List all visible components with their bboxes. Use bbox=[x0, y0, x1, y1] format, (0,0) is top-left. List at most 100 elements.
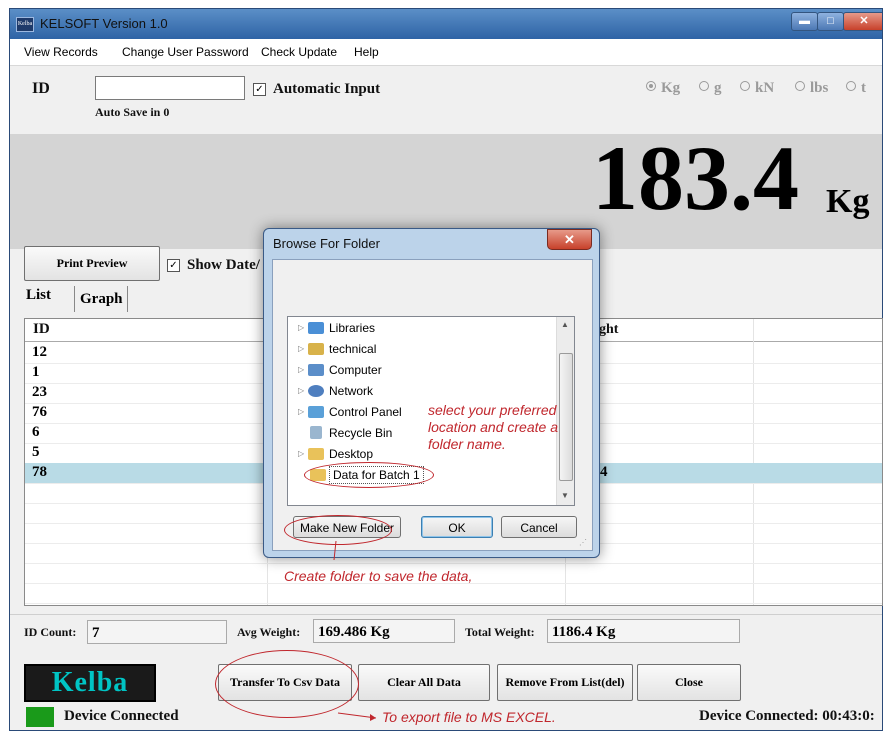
folder-icon bbox=[308, 448, 324, 460]
tab-divider bbox=[127, 286, 128, 312]
weight-value: 183.4 bbox=[592, 127, 799, 229]
automatic-input-checkbox[interactable]: ✓ bbox=[253, 83, 266, 96]
annotation-select-location: select your preferred location and creat… bbox=[428, 402, 558, 452]
menu-help[interactable]: Help bbox=[354, 45, 379, 59]
browse-folder-dialog: Browse For Folder ✕ ▷ Libraries ▷ techni… bbox=[263, 228, 600, 558]
weight-unit: Kg bbox=[826, 183, 870, 220]
connection-timer: Device Connected: 00:43:0: bbox=[699, 708, 875, 724]
auto-save-label: Auto Save in 0 bbox=[95, 105, 170, 119]
user-folder-icon bbox=[308, 343, 324, 355]
libraries-icon bbox=[308, 322, 324, 334]
tree-item-libraries[interactable]: ▷ Libraries bbox=[288, 318, 556, 338]
app-icon: Kelba bbox=[16, 17, 34, 32]
menu-view-records[interactable]: View Records bbox=[24, 45, 98, 59]
radio-lbs-icon bbox=[795, 81, 805, 91]
scrollbar-thumb[interactable] bbox=[559, 353, 573, 481]
avg-weight-value: 169.486 Kg bbox=[313, 619, 455, 643]
expand-arrow-icon[interactable]: ▷ bbox=[298, 381, 304, 401]
id-input[interactable] bbox=[95, 76, 245, 100]
device-status-led-icon bbox=[26, 707, 54, 727]
resize-grip-icon[interactable]: ⋰ bbox=[579, 538, 587, 547]
grid-header-weight: ght bbox=[599, 322, 619, 337]
total-weight-label: Total Weight: bbox=[465, 625, 535, 639]
unit-kg-label: Kg bbox=[661, 80, 681, 96]
menu-change-password[interactable]: Change User Password bbox=[122, 45, 249, 59]
tab-graph[interactable]: Graph bbox=[80, 291, 123, 308]
tree-item-label: Control Panel bbox=[329, 405, 402, 419]
annotation-export-excel: To export file to MS EXCEL. bbox=[382, 709, 556, 725]
kelba-logo: Kelba bbox=[24, 664, 156, 702]
tree-item-label: Libraries bbox=[329, 321, 376, 335]
unit-radio-kn[interactable]: kN bbox=[740, 80, 774, 97]
tree-item-label: Network bbox=[329, 384, 374, 398]
tree-item-label: Recycle Bin bbox=[329, 426, 393, 440]
tree-scrollbar[interactable]: ▲ ▼ bbox=[556, 317, 574, 505]
id-count-value: 7 bbox=[87, 620, 227, 644]
dialog-close-button[interactable]: ✕ bbox=[547, 229, 592, 250]
control-panel-icon bbox=[308, 406, 324, 418]
scroll-down-icon[interactable]: ▼ bbox=[561, 491, 569, 500]
total-weight-value: 1186.4 Kg bbox=[547, 619, 740, 643]
row-id: 23 bbox=[32, 384, 47, 400]
tree-item-network[interactable]: ▷ Network bbox=[288, 381, 556, 401]
automatic-input-label: Automatic Input bbox=[273, 81, 381, 97]
expand-arrow-icon[interactable]: ▷ bbox=[298, 360, 304, 380]
unit-kn-label: kN bbox=[755, 80, 775, 96]
row-id: 5 bbox=[32, 444, 40, 460]
id-count-label: ID Count: bbox=[24, 625, 77, 639]
tree-item-technical[interactable]: ▷ technical bbox=[288, 339, 556, 359]
dialog-title: Browse For Folder bbox=[273, 236, 380, 251]
tree-item-label: Desktop bbox=[329, 447, 374, 461]
unit-radio-lbs[interactable]: lbs bbox=[795, 80, 828, 97]
title-bar[interactable]: Kelba KELSOFT Version 1.0 ▬ □ ✕ bbox=[10, 9, 882, 39]
expand-arrow-icon[interactable]: ▷ bbox=[298, 402, 304, 422]
tree-item-label: technical bbox=[329, 342, 377, 356]
radio-g-icon bbox=[699, 81, 709, 91]
clear-all-button[interactable]: Clear All Data bbox=[358, 664, 490, 701]
computer-icon bbox=[308, 364, 324, 376]
unit-lbs-label: lbs bbox=[810, 80, 829, 96]
row-id: 76 bbox=[32, 404, 47, 420]
annotation-create-folder: Create folder to save the data, bbox=[284, 568, 473, 584]
id-label: ID bbox=[32, 80, 50, 97]
show-date-checkbox[interactable]: ✓ bbox=[167, 259, 180, 272]
tab-list[interactable]: List bbox=[26, 287, 51, 304]
row-id: 6 bbox=[32, 424, 40, 440]
unit-radio-kg[interactable]: Kg bbox=[646, 80, 680, 97]
menu-check-update[interactable]: Check Update bbox=[261, 45, 337, 59]
unit-radio-t[interactable]: t bbox=[846, 80, 866, 97]
expand-arrow-icon[interactable]: ▷ bbox=[298, 339, 304, 359]
tree-item-computer[interactable]: ▷ Computer bbox=[288, 360, 556, 380]
logo-text: Kelba bbox=[51, 667, 129, 698]
menu-bar: View Records Change User Password Check … bbox=[10, 39, 882, 66]
minimize-button[interactable]: ▬ bbox=[791, 12, 818, 31]
cancel-button[interactable]: Cancel bbox=[501, 516, 577, 538]
window-title: KELSOFT Version 1.0 bbox=[40, 16, 168, 31]
show-date-label: Show Date/ bbox=[187, 257, 260, 273]
network-icon bbox=[308, 385, 324, 397]
recycle-bin-icon bbox=[310, 426, 322, 439]
grid-header-id: ID bbox=[33, 321, 50, 337]
avg-weight-label: Avg Weight: bbox=[237, 625, 301, 639]
tab-divider bbox=[74, 286, 75, 312]
unit-g-label: g bbox=[714, 80, 722, 96]
annotation-ellipse-make-folder bbox=[284, 515, 392, 545]
tree-item-label: Computer bbox=[329, 363, 382, 377]
radio-t-icon bbox=[846, 81, 856, 91]
scroll-up-icon[interactable]: ▲ bbox=[561, 320, 569, 329]
unit-radio-g[interactable]: g bbox=[699, 80, 722, 97]
row-id: 78 bbox=[32, 464, 47, 480]
close-window-button[interactable]: ✕ bbox=[843, 12, 882, 31]
annotation-ellipse-folder bbox=[304, 462, 434, 488]
maximize-button[interactable]: □ bbox=[817, 12, 844, 31]
expand-arrow-icon[interactable]: ▷ bbox=[298, 318, 304, 338]
radio-kn-icon bbox=[740, 81, 750, 91]
annotation-ellipse-transfer bbox=[215, 650, 359, 718]
row-id: 12 bbox=[32, 344, 47, 360]
ok-button[interactable]: OK bbox=[421, 516, 493, 538]
close-button[interactable]: Close bbox=[637, 664, 741, 701]
unit-t-label: t bbox=[861, 80, 866, 96]
print-preview-button[interactable]: Print Preview bbox=[24, 246, 160, 281]
remove-from-list-button[interactable]: Remove From List(del) bbox=[497, 664, 633, 701]
expand-arrow-icon[interactable]: ▷ bbox=[298, 444, 304, 464]
